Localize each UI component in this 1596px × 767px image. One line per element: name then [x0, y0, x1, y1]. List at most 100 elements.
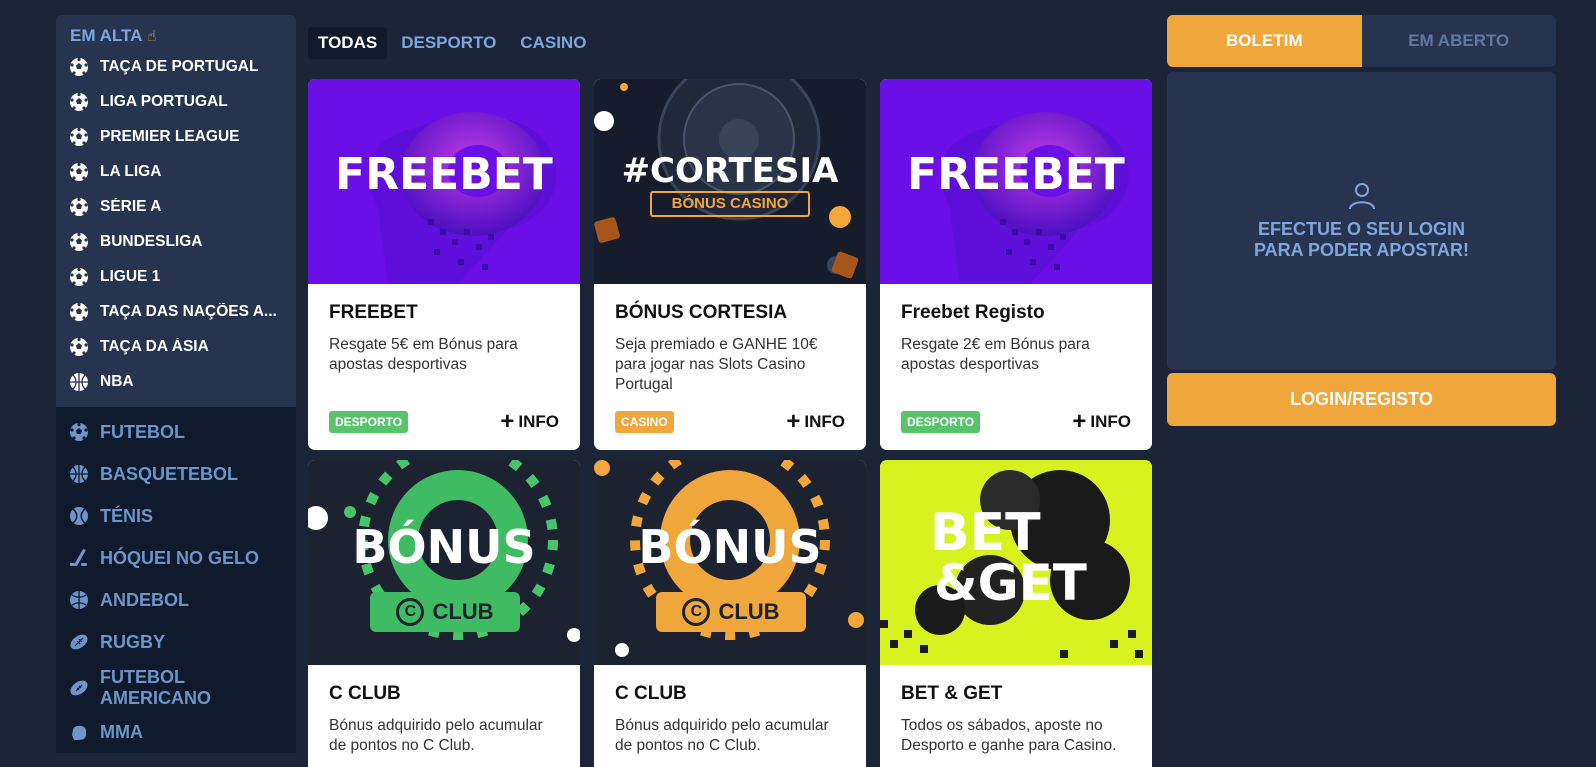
soccer-ball-icon	[69, 92, 89, 112]
sport-item[interactable]: MMA	[56, 711, 296, 753]
sport-item-label: FUTEBOL AMERICANO	[100, 667, 211, 708]
promo-banner: FREEBET	[880, 79, 1152, 284]
glove-icon	[69, 722, 89, 742]
bet-slip: BOLETIM EM ABERTO EFECTUE O SEU LOGIN PA…	[1167, 15, 1556, 426]
sport-item[interactable]: RUGBY	[56, 621, 296, 663]
bet-slip-body: EFECTUE O SEU LOGIN PARA PODER APOSTAR!	[1167, 72, 1556, 370]
soccer-ball-icon	[69, 232, 89, 252]
trending-item[interactable]: TAÇA DA ÁSIA	[56, 329, 296, 364]
promo-banner: BET &GET	[880, 460, 1152, 665]
promo-description: Seja premiado e GANHE 10€ para jogar nas…	[615, 336, 818, 393]
promo-card-freebet-registo[interactable]: FREEBET Freebet Registo Resgate 2€ em Bó…	[880, 79, 1152, 450]
promo-card-freebet[interactable]: FREEBET FREEBET Resgate 5€ em Bónus para…	[308, 79, 580, 450]
trending-item[interactable]: TAÇA DE PORTUGAL	[56, 49, 296, 84]
banner-subtitle: BÓNUS CASINO	[650, 191, 810, 217]
plus-icon: +	[500, 408, 515, 435]
trending-item[interactable]: TAÇA DAS NAÇÕES A...	[56, 294, 296, 329]
banner-title-2: &GET	[934, 554, 1087, 612]
promo-description: Resgate 2€ em Bónus para apostas desport…	[901, 336, 1090, 373]
login-register-button[interactable]: LOGIN/REGISTO	[1167, 373, 1556, 426]
sport-item[interactable]: TÉNIS	[56, 495, 296, 537]
sport-item-label: BASQUETEBOL	[100, 463, 239, 484]
promo-card-c-club-casino[interactable]: BÓNUS C CLUB C CLUB Bónus adquirido pelo…	[594, 460, 866, 767]
banner-title: #CORTESIA	[621, 151, 839, 191]
tab-em-aberto[interactable]: EM ABERTO	[1361, 15, 1556, 67]
trending-item[interactable]: LA LIGA	[56, 154, 296, 189]
trending-item-label: TAÇA DE PORTUGAL	[100, 57, 259, 75]
banner-title: BÓNUS	[638, 520, 822, 574]
trending-item-label: LIGUE 1	[100, 267, 161, 285]
banner-title: BET	[930, 503, 1041, 563]
trending-item-label: SÉRIE A	[100, 197, 162, 215]
fire-icon: ☝	[147, 28, 157, 45]
soccer-ball-icon	[69, 127, 89, 147]
info-button[interactable]: + INFO	[500, 408, 559, 435]
trending-item[interactable]: LIGUE 1	[56, 259, 296, 294]
promo-banner: #CORTESIA BÓNUS CASINO	[594, 79, 866, 284]
category-badge: CASINO	[615, 411, 674, 433]
soccer-ball-icon	[69, 57, 89, 77]
promo-title: Freebet Registo	[901, 302, 1045, 323]
sport-item-label: MMA	[100, 721, 143, 742]
info-button[interactable]: + INFO	[786, 408, 845, 435]
promo-card-c-club-sport[interactable]: BÓNUS C CLUB C CLUB Bónus adquirido pelo…	[308, 460, 580, 767]
sport-item-label: ANDEBOL	[100, 589, 189, 610]
tab-desporto[interactable]: DESPORTO	[391, 27, 506, 59]
category-badge: DESPORTO	[329, 411, 409, 433]
promo-card-cortesia[interactable]: #CORTESIA BÓNUS CASINO BÓNUS CORTESIA Se…	[594, 79, 866, 450]
hockey-stick-icon	[69, 548, 89, 568]
trending-item-label: BUNDESLIGA	[100, 232, 203, 250]
trending-item-label: TAÇA DAS NAÇÕES A...	[100, 302, 277, 320]
tab-todas[interactable]: TODAS	[308, 27, 388, 59]
sport-item-label: TÉNIS	[100, 505, 154, 526]
trending-item[interactable]: PREMIER LEAGUE	[56, 119, 296, 154]
promo-description: Bónus adquirido pelo acumular de pontos …	[615, 717, 829, 754]
sport-item[interactable]: ANDEBOL	[56, 579, 296, 621]
c-club-icon: C	[396, 598, 425, 626]
american-football-icon	[69, 678, 89, 698]
promo-card-bet-and-get[interactable]: BET &GET BET & GET Todos os sábados, apo…	[880, 460, 1152, 767]
soccer-ball-icon	[69, 267, 89, 287]
sport-item[interactable]: HÓQUEI NO GELO	[56, 537, 296, 579]
category-badge: DESPORTO	[901, 411, 981, 433]
club-badge: C CLUB	[370, 592, 520, 632]
sport-item[interactable]: FUTEBOL	[56, 411, 296, 453]
sport-item-label: RUGBY	[100, 631, 166, 652]
promo-description: Todos os sábados, aposte no Desporto e g…	[901, 717, 1117, 754]
promo-banner: BÓNUS C CLUB	[308, 460, 580, 665]
trending-section: EM ALTA ☝ TAÇA DE PORTUGAL LIGA PORTUGAL P…	[56, 15, 296, 407]
banner-title: FREEBET	[907, 149, 1125, 200]
sport-item-label: HÓQUEI NO GELO	[100, 547, 260, 568]
trending-title: EM ALTA ☝	[70, 26, 157, 45]
plus-icon: +	[786, 408, 801, 435]
sport-item[interactable]: FUTEBOL AMERICANO	[56, 663, 296, 711]
banner-title: FREEBET	[335, 149, 553, 200]
promo-description: Resgate 5€ em Bónus para apostas desport…	[329, 336, 518, 373]
promo-banner: BÓNUS C CLUB	[594, 460, 866, 665]
trending-item[interactable]: BUNDESLIGA	[56, 224, 296, 259]
basketball-icon	[69, 372, 89, 392]
user-icon	[1348, 183, 1375, 210]
trending-item[interactable]: LIGA PORTUGAL	[56, 84, 296, 119]
sidebar: EM ALTA ☝ TAÇA DE PORTUGAL LIGA PORTUGAL P…	[56, 15, 296, 767]
soccer-ball-icon	[69, 302, 89, 322]
soccer-ball-icon	[69, 337, 89, 357]
banner-title: BÓNUS	[352, 520, 536, 574]
trending-item[interactable]: SÉRIE A	[56, 189, 296, 224]
tab-casino[interactable]: CASINO	[510, 27, 596, 59]
sport-item[interactable]: BASQUETEBOL	[56, 453, 296, 495]
trending-item[interactable]: NBA	[56, 364, 296, 399]
basketball-icon	[69, 464, 89, 484]
club-badge: C CLUB	[656, 592, 806, 632]
trending-item-label: LIGA PORTUGAL	[100, 92, 228, 110]
soccer-ball-icon	[69, 197, 89, 217]
soccer-ball-icon	[69, 422, 89, 442]
handball-icon	[69, 590, 89, 610]
trending-item-label: LA LIGA	[100, 162, 162, 180]
sports-list: FUTEBOL BASQUETEBOL TÉNIS HÓQUEI NO GELO AND…	[56, 407, 296, 753]
plus-icon: +	[1072, 408, 1087, 435]
promo-title: BET & GET	[901, 683, 1003, 704]
tab-boletim[interactable]: BOLETIM	[1167, 15, 1362, 67]
trending-item-label: NBA	[100, 372, 134, 390]
info-button[interactable]: + INFO	[1072, 408, 1131, 435]
